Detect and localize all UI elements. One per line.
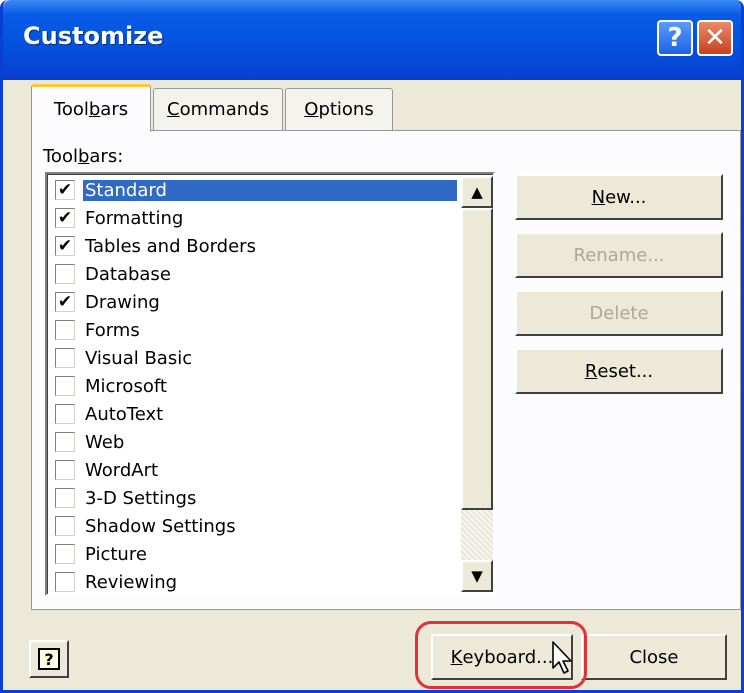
- list-item-label: Tables and Borders: [85, 235, 256, 257]
- list-item-label: Drawing: [85, 291, 160, 313]
- unchecked-checkbox[interactable]: [55, 572, 75, 592]
- scroll-up-button[interactable]: ▲: [461, 176, 493, 208]
- list-item[interactable]: Database: [49, 260, 461, 288]
- unchecked-checkbox[interactable]: [55, 488, 75, 508]
- scroll-thumb[interactable]: [461, 208, 493, 510]
- arrow-down-icon: ▼: [471, 567, 483, 585]
- toolbars-label: Toolbars:: [43, 146, 124, 167]
- list-item-label: Formatting: [85, 207, 184, 229]
- tab-options[interactable]: Options: [285, 88, 393, 130]
- tab-toolbars[interactable]: Tool b ars: [31, 84, 151, 132]
- reset-button[interactable]: Reset...: [515, 348, 723, 394]
- unchecked-checkbox[interactable]: [55, 460, 75, 480]
- list-item[interactable]: ✔ Standard: [49, 176, 461, 204]
- unchecked-checkbox[interactable]: [55, 516, 75, 536]
- unchecked-checkbox[interactable]: [55, 404, 75, 424]
- unchecked-checkbox[interactable]: [55, 320, 75, 340]
- unchecked-checkbox[interactable]: [55, 376, 75, 396]
- rename-button[interactable]: Rename...: [515, 232, 723, 278]
- scroll-down-button[interactable]: ▼: [461, 560, 493, 592]
- list-item[interactable]: Shadow Settings: [49, 512, 461, 540]
- unchecked-checkbox[interactable]: [55, 432, 75, 452]
- help-icon: ?: [38, 648, 60, 670]
- list-item-label: Picture: [85, 543, 147, 565]
- list-item[interactable]: Microsoft: [49, 372, 461, 400]
- list-item-label: Microsoft: [85, 375, 167, 397]
- list-item-label: Visual Basic: [85, 347, 193, 369]
- list-item[interactable]: 3-D Settings: [49, 484, 461, 512]
- list-item[interactable]: ✔ Drawing: [49, 288, 461, 316]
- list-item-label: 3-D Settings: [85, 487, 197, 509]
- delete-button[interactable]: Delete: [515, 290, 723, 336]
- list-item[interactable]: Forms: [49, 316, 461, 344]
- checked-checkbox[interactable]: ✔: [55, 236, 75, 256]
- checked-checkbox[interactable]: ✔: [55, 180, 75, 200]
- list-item[interactable]: Picture: [49, 540, 461, 568]
- checked-checkbox[interactable]: ✔: [55, 208, 75, 228]
- mouse-cursor-icon: [552, 641, 572, 674]
- customize-dialog: Customize ? ✕ Tool b ars Commands Options …: [0, 0, 744, 693]
- list-item-label: Standard: [83, 179, 457, 201]
- checked-checkbox[interactable]: ✔: [55, 292, 75, 312]
- arrow-up-icon: ▲: [471, 183, 483, 201]
- toolbars-listbox[interactable]: ✔ Standard ✔ Formatting ✔ Tables and Borders D…: [45, 172, 495, 596]
- list-item-label: Reviewing: [85, 571, 178, 593]
- list-item[interactable]: Reviewing: [49, 568, 461, 596]
- list-item-label: Web: [85, 431, 125, 453]
- list-item-label: Shadow Settings: [85, 515, 236, 537]
- help-topic-button[interactable]: ?: [29, 640, 69, 678]
- tab-commands[interactable]: Commands: [153, 88, 283, 130]
- unchecked-checkbox[interactable]: [55, 544, 75, 564]
- help-button[interactable]: ?: [657, 20, 693, 56]
- list-item-label: Forms: [85, 319, 140, 341]
- list-item[interactable]: Web: [49, 428, 461, 456]
- list-item[interactable]: ✔ Formatting: [49, 204, 461, 232]
- list-item[interactable]: WordArt: [49, 456, 461, 484]
- list-item-label: Database: [85, 263, 171, 285]
- title-bar[interactable]: Customize ? ✕: [3, 0, 741, 80]
- unchecked-checkbox[interactable]: [55, 348, 75, 368]
- close-button[interactable]: Close: [581, 634, 727, 680]
- unchecked-checkbox[interactable]: [55, 264, 75, 284]
- close-window-button[interactable]: ✕: [697, 20, 733, 56]
- list-item-label: AutoText: [85, 403, 164, 425]
- list-item[interactable]: AutoText: [49, 400, 461, 428]
- list-item-label: WordArt: [85, 459, 159, 481]
- question-icon: ?: [667, 23, 683, 53]
- dialog-title: Customize: [23, 22, 164, 50]
- vertical-scrollbar[interactable]: ▲ ▼: [461, 176, 493, 592]
- list-item[interactable]: Visual Basic: [49, 344, 461, 372]
- new-button[interactable]: New...: [515, 174, 723, 220]
- list-item[interactable]: ✔ Tables and Borders: [49, 232, 461, 260]
- close-icon: ✕: [704, 23, 726, 53]
- toolbar-list: ✔ Standard ✔ Formatting ✔ Tables and Borders D…: [49, 176, 461, 596]
